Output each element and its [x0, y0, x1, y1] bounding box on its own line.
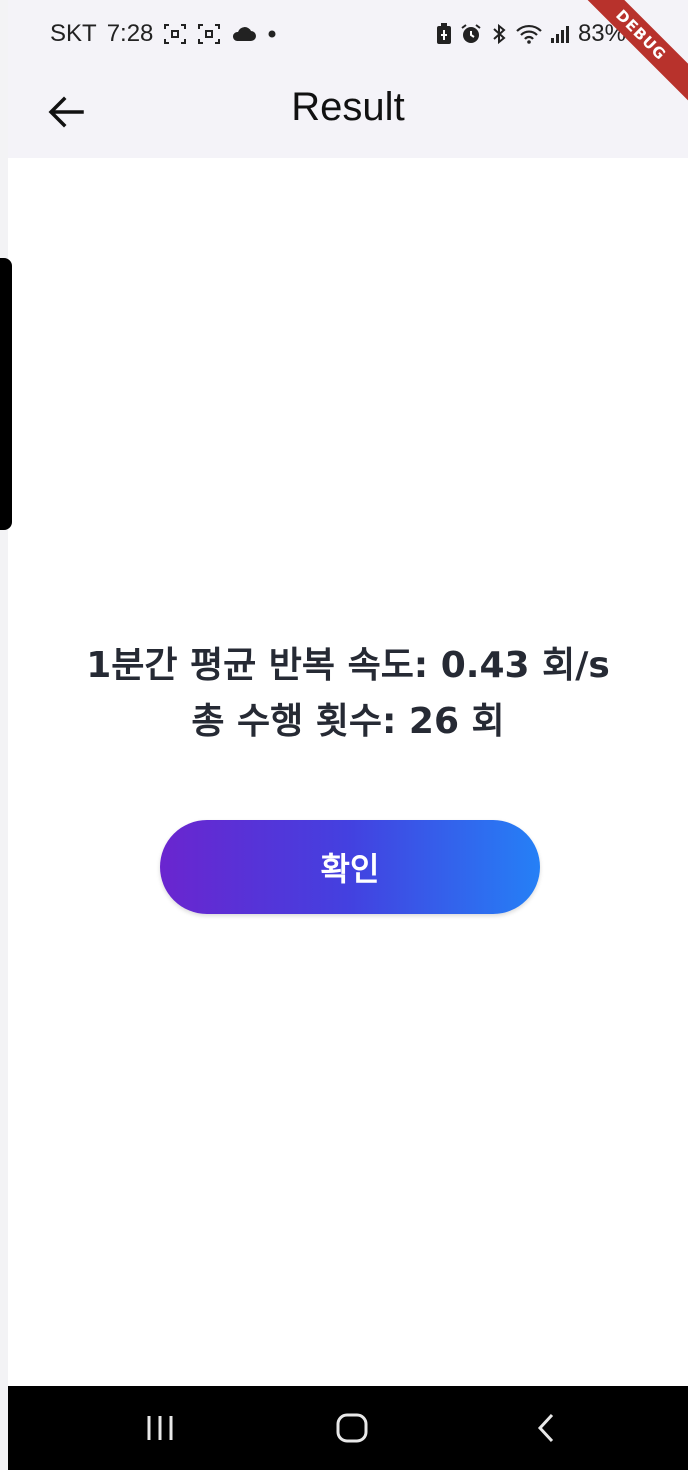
signal-icon: [550, 24, 570, 44]
screenshot-icon: [163, 23, 187, 45]
recents-icon: [144, 1414, 176, 1446]
carrier-label: SKT: [50, 20, 97, 47]
screen: SKT 7:28 83% Result DEBUG 1분간 평균 반복 속도: …: [0, 0, 688, 1470]
result-summary: 1분간 평균 반복 속도: 0.43 회/s 총 수행 횟수: 26 회: [8, 638, 688, 750]
screenshot-icon: [197, 23, 221, 45]
app-bar: Result: [8, 70, 688, 158]
edge-panel-handle[interactable]: [0, 258, 12, 530]
page-title: Result: [291, 85, 405, 129]
bluetooth-icon: [490, 23, 508, 45]
nav-back-button[interactable]: [524, 1408, 568, 1452]
confirm-button-label: 확인: [320, 850, 380, 888]
dot-icon: [267, 29, 277, 39]
total-count-text: 총 수행 횟수: 26 회: [191, 701, 505, 742]
wifi-icon: [516, 24, 542, 44]
back-icon: [536, 1412, 556, 1448]
clock-label: 7:28: [106, 20, 154, 47]
home-icon: [335, 1412, 369, 1448]
system-nav-bar: [8, 1386, 688, 1470]
main-content: 1분간 평균 반복 속도: 0.43 회/s 총 수행 횟수: 26 회 확인: [8, 158, 688, 1386]
status-bar: SKT 7:28 83%: [8, 0, 688, 70]
alarm-icon: [460, 23, 482, 45]
home-button[interactable]: [330, 1408, 374, 1452]
status-left: SKT 7:28: [50, 20, 277, 48]
left-edge-strip: [0, 0, 8, 1470]
recents-button[interactable]: [138, 1408, 182, 1452]
average-speed-text: 1분간 평균 반복 속도: 0.43 회/s: [86, 645, 610, 686]
confirm-button[interactable]: 확인: [160, 820, 540, 914]
cloud-icon: [231, 25, 257, 43]
battery-saver-icon: [436, 23, 452, 45]
